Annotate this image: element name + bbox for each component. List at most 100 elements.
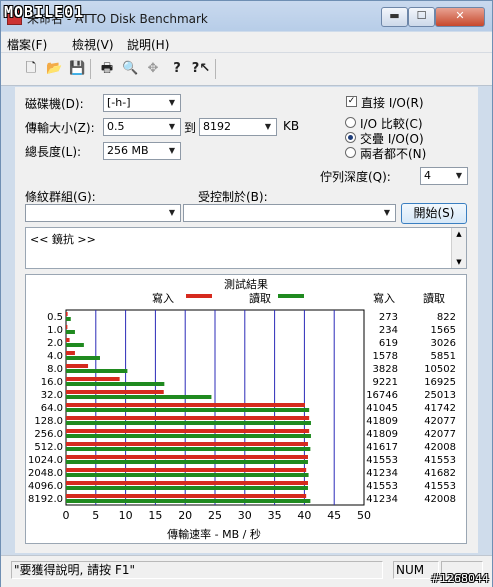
write-value: 41234 — [366, 468, 398, 479]
read-value: 822 — [437, 312, 456, 323]
start-button[interactable]: 開始(S) — [401, 203, 467, 224]
write-bar — [66, 416, 310, 420]
read-bar — [66, 330, 75, 334]
close-button[interactable]: ✕ — [435, 7, 485, 27]
y-tick-label: 4.0 — [47, 351, 63, 362]
x-tick-label: 15 — [148, 509, 162, 522]
write-value: 9221 — [373, 377, 398, 388]
status-hint: "要獲得說明, 請按 F1" — [11, 561, 383, 579]
notes-textarea[interactable]: << 鏡抗 >> ▲ ▼ — [25, 227, 467, 269]
controlled-by-label: 受控制於(B): — [198, 190, 268, 204]
results-panel: 測試結果 寫入 讀取 寫入 讀取 0 5 10 15 20 25 30 35 40 45 50 0.5… — [25, 274, 467, 544]
read-value: 5851 — [431, 351, 456, 362]
table-header-read: 讀取 — [423, 291, 445, 305]
transfer-to-select[interactable]: 8192 ▼ — [199, 118, 277, 136]
move-icon[interactable]: ✥ — [145, 61, 161, 77]
read-value: 3026 — [431, 338, 456, 349]
chevron-down-icon: ▼ — [168, 122, 176, 131]
help-icon[interactable]: ? — [169, 61, 185, 77]
write-bar — [66, 403, 305, 407]
title-bar[interactable]: 未命名 - ATTO Disk Benchmark MOBILE01 ▬ ☐ ✕ — [1, 1, 492, 31]
kb-unit-label: KB — [283, 119, 300, 133]
write-bar — [66, 390, 164, 394]
y-tick-label: 8.0 — [47, 364, 63, 375]
write-value: 619 — [379, 338, 398, 349]
print-preview-icon[interactable]: 🔍 — [122, 61, 138, 77]
write-bar — [66, 442, 308, 446]
results-title: 測試結果 — [224, 277, 268, 291]
write-value: 273 — [379, 312, 398, 323]
overlap-io-radio[interactable] — [345, 132, 356, 143]
write-value: 41809 — [366, 416, 398, 427]
queue-depth-value: 4 — [424, 169, 431, 182]
menu-file[interactable]: 檔案(F) — [7, 36, 47, 53]
write-value: 41553 — [366, 481, 398, 492]
pattern-group-label: 條紋群組(G): — [25, 190, 96, 204]
menu-help[interactable]: 說明(H) — [127, 36, 169, 53]
transfer-to-value: 8192 — [203, 120, 231, 133]
controlled-by-select[interactable]: ▼ — [183, 204, 396, 222]
table-header-write: 寫入 — [373, 291, 395, 305]
write-value: 1578 — [373, 351, 398, 362]
app-window: 未命名 - ATTO Disk Benchmark MOBILE01 ▬ ☐ ✕… — [0, 0, 493, 587]
legend-read-label: 讀取 — [249, 291, 271, 305]
legend-read-swatch — [278, 294, 304, 298]
menu-bar: 檔案(F) 檢視(V) 說明(H) — [1, 32, 492, 53]
drive-select[interactable]: [-h-] ▼ — [103, 94, 181, 112]
drive-value: [-h-] — [107, 96, 131, 109]
write-bar — [66, 455, 308, 459]
write-bar — [66, 364, 89, 368]
total-length-select[interactable]: 256 MB ▼ — [103, 142, 181, 160]
scroll-down-icon[interactable]: ▼ — [452, 256, 466, 268]
read-bar — [66, 486, 308, 490]
notes-scrollbar[interactable]: ▲ ▼ — [451, 228, 466, 268]
write-value: 41617 — [366, 442, 398, 453]
total-length-value: 256 MB — [107, 144, 149, 157]
read-value: 10502 — [424, 364, 456, 375]
direct-io-checkbox[interactable]: ✓ — [346, 96, 357, 107]
write-bar — [66, 468, 307, 472]
read-value: 41682 — [424, 468, 456, 479]
print-icon[interactable]: 🖶 — [99, 61, 115, 77]
x-tick-label: 10 — [119, 509, 133, 522]
read-bar — [66, 460, 308, 464]
plot-area: 0 5 10 15 20 25 30 35 40 45 50 0.5 273 822 1.0 234 1565 2… — [28, 309, 456, 522]
drive-label: 磁碟機(D): — [25, 97, 84, 111]
client-area: 磁碟機(D): [-h-] ▼ 傳輸大小(Z): 0.5 ▼ 到 8192 ▼ … — [15, 87, 478, 553]
write-value: 41553 — [366, 455, 398, 466]
read-bar — [66, 434, 311, 438]
new-file-icon[interactable]: 🗋 — [23, 61, 39, 77]
chevron-down-icon: ▼ — [168, 146, 176, 155]
write-bar — [66, 377, 120, 381]
x-tick-label: 45 — [327, 509, 341, 522]
x-tick-label: 20 — [178, 509, 192, 522]
pattern-group-select[interactable]: ▼ — [25, 204, 181, 222]
chevron-down-icon: ▼ — [168, 98, 176, 107]
transfer-from-select[interactable]: 0.5 ▼ — [103, 118, 181, 136]
results-chart: 測試結果 寫入 讀取 寫入 讀取 0 5 10 15 20 25 30 35 40 45 50 0.5… — [28, 277, 456, 541]
neither-label: 兩者都不(N) — [360, 147, 427, 161]
x-tick-label: 5 — [92, 509, 99, 522]
maximize-button[interactable]: ☐ — [408, 7, 435, 27]
read-bar — [66, 473, 309, 477]
io-compare-radio[interactable] — [345, 117, 356, 128]
y-tick-label: 1024.0 — [28, 455, 63, 466]
x-tick-label: 50 — [357, 509, 371, 522]
write-value: 41809 — [366, 429, 398, 440]
scroll-up-icon[interactable]: ▲ — [452, 228, 466, 240]
open-folder-icon[interactable]: 📂 — [46, 61, 62, 77]
read-bar — [66, 317, 71, 321]
read-value: 16925 — [424, 377, 456, 388]
read-bar — [66, 382, 165, 386]
save-icon[interactable]: 💾 — [69, 61, 85, 77]
minimize-button[interactable]: ▬ — [381, 7, 408, 27]
y-tick-label: 2.0 — [47, 338, 63, 349]
queue-depth-select[interactable]: 4 ▼ — [420, 167, 468, 185]
context-help-icon[interactable]: ?↖ — [191, 61, 211, 77]
transfer-from-value: 0.5 — [107, 120, 125, 133]
write-bar — [66, 429, 310, 433]
x-tick-label: 25 — [208, 509, 222, 522]
read-value: 41553 — [424, 481, 456, 492]
menu-view[interactable]: 檢視(V) — [72, 36, 114, 53]
neither-radio[interactable] — [345, 147, 356, 158]
